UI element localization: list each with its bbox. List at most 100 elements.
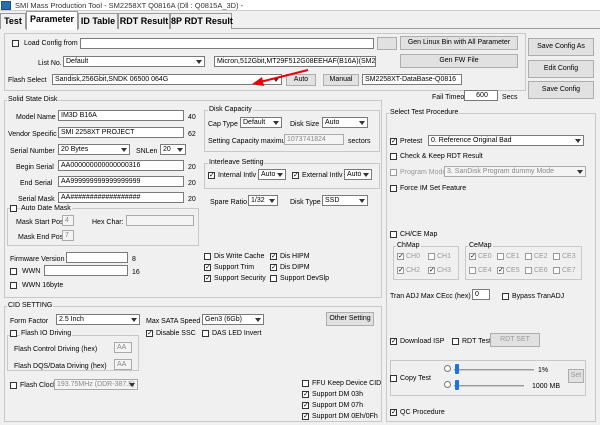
wwn-16byte-checkbox[interactable] [10, 282, 17, 289]
tab-rdt-result[interactable]: RDT Result [118, 13, 170, 29]
rdt-set-button[interactable]: RDT SET [490, 333, 540, 347]
tab-parameter[interactable]: Parameter [26, 11, 78, 30]
load-config-path-input[interactable] [80, 38, 374, 49]
ce2-checkbox[interactable] [525, 253, 532, 260]
support-dm-03h-checkbox[interactable]: ✓ [302, 391, 309, 398]
bypass-tranadj-checkbox[interactable] [502, 293, 509, 300]
begin-serial-input[interactable]: AA000000000000000316 [58, 160, 184, 171]
copy-size-radio[interactable] [444, 381, 451, 388]
wwn-checkbox[interactable] [10, 268, 17, 275]
tran-adj-label: Tran ADJ Max CEcc (hex) [390, 293, 471, 300]
disk-type-select[interactable]: SSD [322, 195, 368, 206]
mask-end-input[interactable]: 7 [62, 230, 74, 241]
ce6-checkbox[interactable] [525, 267, 532, 274]
hex-char-input[interactable] [126, 215, 194, 226]
gen-fw-file-button[interactable]: Gen FW File [400, 54, 518, 68]
support-dm-03h-label: Support DM 03h [312, 391, 363, 398]
copy-size-slider-thumb[interactable] [455, 380, 459, 390]
support-dm-0eh-label: Support DM 0Eh/0Fh [312, 413, 378, 420]
auto-date-mask-checkbox[interactable] [10, 205, 17, 212]
flash-clock-select[interactable]: 193.75MHz (DDR-387.5) [54, 379, 138, 390]
dis-write-cache-checkbox[interactable] [204, 253, 211, 260]
gen-linux-bin-button[interactable]: Gen Linux Bin with All Parameter [400, 36, 518, 50]
save-config-button[interactable]: Save Config [528, 81, 594, 99]
das-led-invert-checkbox[interactable] [202, 330, 209, 337]
solid-state-disk-title: Solid State Disk [7, 95, 59, 104]
internal-intlv-select[interactable]: Auto [258, 169, 286, 180]
tab-id-table[interactable]: ID Table [78, 13, 118, 29]
copy-size-slider[interactable] [454, 385, 524, 387]
list-no-select[interactable]: Default [63, 56, 205, 67]
load-config-checkbox[interactable] [12, 40, 19, 47]
ffu-keep-cid-checkbox[interactable] [302, 380, 309, 387]
flash-clock-checkbox[interactable] [10, 382, 17, 389]
pretest-select[interactable]: 0. Reference Original Bad [428, 135, 584, 146]
firmware-version-input[interactable] [66, 252, 128, 263]
edit-config-button[interactable]: Edit Config [528, 60, 594, 78]
setting-capacity-input[interactable]: 1073741824 [284, 134, 344, 145]
manual-button[interactable]: Manual [323, 74, 359, 86]
external-intlv-select[interactable]: Auto [344, 169, 372, 180]
serial-mask-input[interactable]: AA################## [58, 192, 184, 203]
flash-select-dropdown[interactable]: Sandisk,256Gbit,SNDK 06500 064G [52, 74, 282, 85]
fail-timeout-input[interactable]: 600 [464, 90, 498, 101]
rdt-test-checkbox[interactable] [452, 338, 459, 345]
ce7-checkbox[interactable] [553, 267, 560, 274]
ce1-checkbox[interactable] [497, 253, 504, 260]
support-dm-0eh-checkbox[interactable]: ✓ [302, 413, 309, 420]
support-devslp-checkbox[interactable] [270, 275, 277, 282]
copy-percent-slider-thumb[interactable] [455, 364, 459, 374]
ce5-checkbox[interactable]: ✓ [497, 267, 504, 274]
copy-percent-slider[interactable] [454, 369, 534, 371]
dis-dipm-checkbox[interactable]: ✓ [270, 264, 277, 271]
mask-start-input[interactable]: 4 [62, 215, 74, 226]
flash-io-driving-checkbox[interactable] [10, 330, 17, 337]
pretest-checkbox[interactable]: ✓ [390, 138, 397, 145]
flash-dqs-driving-input[interactable]: AA [114, 359, 132, 370]
save-config-as-button[interactable]: Save Config As [528, 38, 594, 56]
max-sata-select[interactable]: Gen3 (6Gb) [202, 314, 264, 325]
vendor-specific-input[interactable]: SMI 2258XT PROJECT [58, 127, 184, 138]
browse-button[interactable] [377, 37, 397, 50]
tran-adj-input[interactable]: 0 [472, 289, 490, 300]
serial-bytes-select[interactable]: 20 Bytes [58, 144, 130, 155]
ce4-checkbox[interactable] [469, 267, 476, 274]
disk-size-select[interactable]: Auto [322, 117, 368, 128]
external-intlv-checkbox[interactable]: ✓ [292, 172, 299, 179]
support-dm-07h-checkbox[interactable]: ✓ [302, 402, 309, 409]
program-mode-select[interactable]: 3. SanDisk Program dummy Mode [444, 166, 586, 177]
ch1-checkbox[interactable] [428, 253, 435, 260]
cap-type-select[interactable]: Default [240, 117, 282, 128]
form-factor-select[interactable]: 2.5 Inch [56, 314, 140, 325]
flash-control-driving-input[interactable]: AA [114, 342, 132, 353]
check-keep-rdt-checkbox[interactable] [390, 153, 397, 160]
copy-percent-radio[interactable] [444, 365, 451, 372]
program-mode-checkbox[interactable] [390, 169, 397, 176]
force-im-checkbox[interactable] [390, 185, 397, 192]
ch-ce-map-label: CH/CE Map [400, 231, 438, 238]
tab-8p-rdt-result[interactable]: 8P RDT Result [170, 13, 233, 29]
dis-hipm-checkbox[interactable]: ✓ [270, 253, 277, 260]
ch-ce-map-checkbox[interactable] [390, 231, 397, 238]
download-isp-checkbox[interactable]: ✓ [390, 338, 397, 345]
ce0-checkbox[interactable]: ✓ [469, 253, 476, 260]
support-trim-checkbox[interactable]: ✓ [204, 264, 211, 271]
tab-test[interactable]: Test [0, 13, 26, 29]
disable-ssc-checkbox[interactable]: ✓ [146, 330, 153, 337]
support-security-checkbox[interactable]: ✓ [204, 275, 211, 282]
end-serial-input[interactable]: AA999999999999999999 [58, 176, 184, 187]
internal-intlv-checkbox[interactable]: ✓ [208, 172, 215, 179]
copy-test-checkbox[interactable] [390, 375, 397, 382]
ch0-checkbox[interactable]: ✓ [397, 253, 404, 260]
snlen-select[interactable]: 20 [160, 144, 186, 155]
copy-set-button[interactable]: Set [568, 369, 584, 383]
other-setting-button[interactable]: Other Setting [326, 312, 374, 326]
model-name-input[interactable]: IM3D B16A [58, 110, 184, 121]
ch3-checkbox[interactable]: ✓ [428, 267, 435, 274]
ce3-checkbox[interactable] [553, 253, 560, 260]
spare-ratio-select[interactable]: 1/32 [248, 195, 278, 206]
ch2-checkbox[interactable]: ✓ [397, 267, 404, 274]
flash-info-field: Micron,512Gbit,MT29F512G08EEHAF(B16A)(SM… [214, 56, 376, 67]
qc-procedure-checkbox[interactable]: ✓ [390, 409, 397, 416]
wwn-input[interactable] [44, 265, 128, 276]
